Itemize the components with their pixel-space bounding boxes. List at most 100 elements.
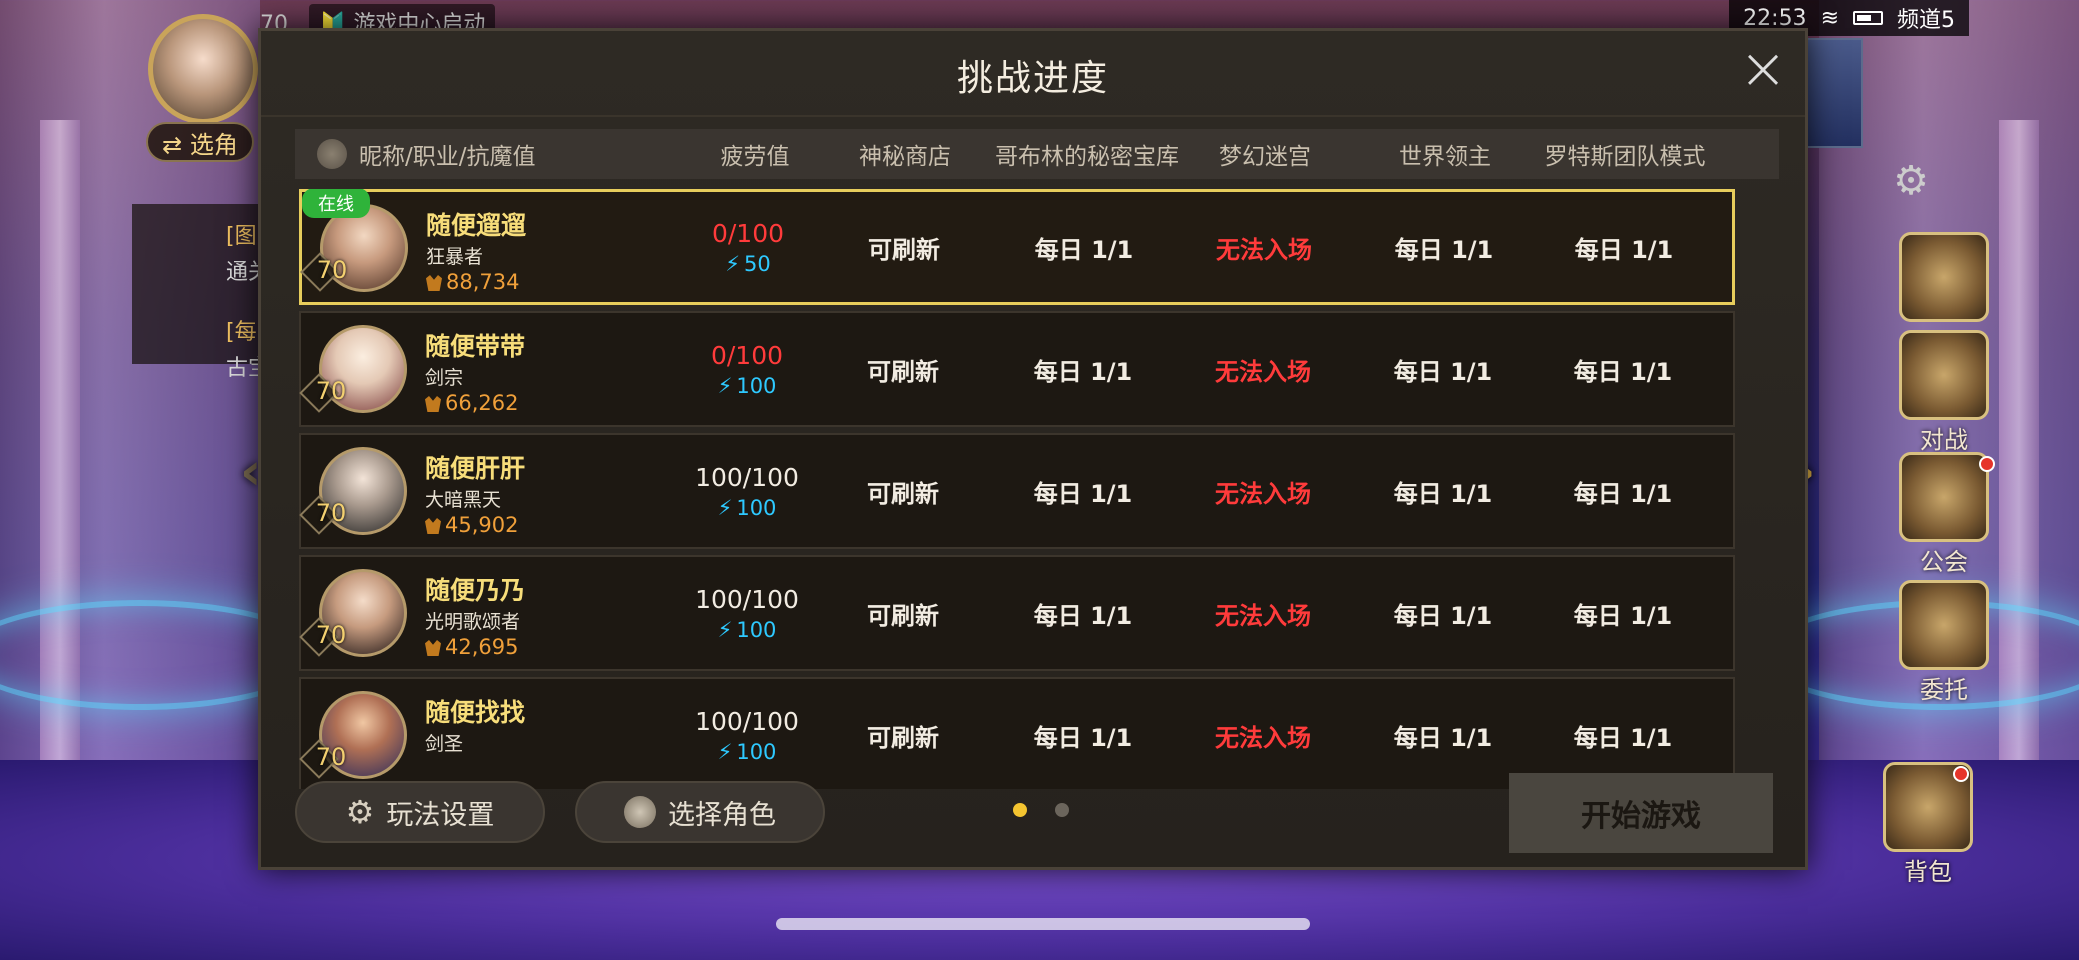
rotes-raid-status: 每日 1/1 (1573, 723, 1673, 752)
character-row[interactable]: 70 在线 随便遛遛 狂暴者 88,734 0/100 ⚡ 50 可刷新 每日 1… (299, 189, 1735, 305)
character-icon (317, 139, 347, 169)
character-icon (624, 796, 656, 828)
character-class: 剑宗 (425, 367, 464, 389)
dream-maze-status: 无法入场 (1215, 357, 1311, 386)
battery-icon (1853, 11, 1883, 25)
start-game-button[interactable]: 开始游戏 (1509, 773, 1773, 853)
character-list[interactable]: 70 在线 随便遛遛 狂暴者 88,734 0/100 ⚡ 50 可刷新 每日 1… (297, 189, 1781, 789)
character-level: 70 (316, 256, 348, 284)
hud-label: 背包 (1904, 858, 1952, 886)
character-level: 70 (315, 377, 347, 405)
hud-label: 公会 (1920, 548, 1968, 576)
column-header-dream-maze: 梦幻迷宫 (1219, 144, 1311, 170)
home-indicator[interactable] (776, 918, 1310, 930)
character-row[interactable]: 70 随便乃乃 光明歌颂者 42,695 100/100 ⚡ 100 可刷新 每日… (299, 555, 1735, 671)
column-header-label: 昵称/职业/抗魔值 (359, 144, 536, 170)
energy-value: ⚡ 50 (682, 252, 814, 276)
character-class: 狂暴者 (426, 246, 484, 268)
character-row[interactable]: 70 随便肝肝 大暗黑天 45,902 100/100 ⚡ 100 可刷新 每日 … (299, 433, 1735, 549)
character-cell: 70 在线 随便遛遛 狂暴者 88,734 (300, 189, 682, 302)
gameplay-settings-button[interactable]: ⚙ 玩法设置 (295, 781, 545, 843)
goblin-vault-status: 每日 1/1 (1033, 723, 1133, 752)
rotes-raid-status: 每日 1/1 (1573, 357, 1673, 386)
dialog-footer: ⚙ 玩法设置 选择角色 开始游戏 (261, 757, 1805, 867)
hud-commission-button[interactable]: 委托 (1889, 580, 1999, 705)
crossed-swords-icon (1899, 330, 1989, 420)
goblin-vault-status: 每日 1/1 (1033, 601, 1133, 630)
page-indicator (1013, 803, 1069, 817)
fatigue-cell: 0/100 ⚡ 100 (681, 341, 813, 398)
dream-maze-status: 无法入场 (1215, 723, 1311, 752)
column-header-rotes-raid: 罗特斯团队模式 (1544, 144, 1706, 170)
energy-number: 100 (736, 373, 777, 398)
world-lord-status: 每日 1/1 (1393, 357, 1493, 386)
page-dot[interactable] (1055, 803, 1069, 817)
energy-number: 50 (744, 251, 771, 276)
magic-resist-value: 45,902 (425, 513, 518, 537)
magic-resist-value: 42,695 (425, 635, 518, 659)
goblin-vault-status: 每日 1/1 (1033, 479, 1133, 508)
magic-resist-number: 42,695 (445, 635, 519, 659)
fatigue-cell: 0/100 ⚡ 50 (682, 219, 814, 276)
gear-icon[interactable]: ⚙ (1893, 158, 1929, 204)
goblin-vault-status: 每日 1/1 (1034, 235, 1134, 264)
fatigue-value: 100/100 (695, 462, 799, 492)
world-lord-status: 每日 1/1 (1393, 479, 1493, 508)
lightning-icon: ⚡ (717, 617, 733, 642)
select-role-button[interactable]: 选择角色 (575, 781, 825, 843)
magic-resist-icon (425, 640, 441, 656)
online-badge: 在线 (302, 189, 370, 218)
hud-backpack-button[interactable]: 背包 (1873, 762, 1983, 887)
energy-number: 100 (736, 495, 777, 520)
fatigue-value: 0/100 (711, 218, 785, 248)
character-cell: 70 随便肝肝 大暗黑天 45,902 (299, 435, 681, 547)
magic-resist-icon (425, 518, 441, 534)
energy-value: ⚡ 100 (681, 618, 813, 642)
magic-resist-value: 88,734 (426, 270, 519, 294)
page-dot[interactable] (1013, 803, 1027, 817)
character-class: 光明歌颂者 (425, 611, 521, 633)
magic-resist-icon (425, 396, 441, 412)
magic-resist-number: 45,902 (445, 513, 519, 537)
lightning-icon: ⚡ (717, 495, 733, 520)
channel-label: 频道5 (1897, 8, 1955, 33)
notice-board-icon (1899, 580, 1989, 670)
character-level: 70 (315, 499, 347, 527)
dream-maze-status: 无法入场 (1215, 479, 1311, 508)
notification-dot (1953, 766, 1969, 782)
rotes-raid-status: 每日 1/1 (1573, 601, 1673, 630)
lightning-icon: ⚡ (717, 373, 733, 398)
rotes-raid-status: 每日 1/1 (1574, 235, 1674, 264)
hud-label: 对战 (1920, 426, 1968, 454)
character-cell: 70 随便带带 剑宗 66,262 (299, 313, 681, 425)
world-lord-status: 每日 1/1 (1393, 723, 1493, 752)
treasure-chest-icon (1899, 232, 1989, 322)
hud-pvp-button[interactable]: 对战 (1889, 330, 1999, 455)
magic-resist-value: 66,262 (425, 391, 518, 415)
task-line: [图 (226, 224, 257, 249)
switch-role-button[interactable]: ⇄ 选角 (146, 122, 254, 162)
fatigue-cell: 100/100 ⚡ 100 (681, 707, 813, 764)
fatigue-value: 100/100 (695, 706, 799, 736)
notification-dot (1979, 456, 1995, 472)
treasure-chest-button[interactable] (1889, 232, 1999, 322)
dream-maze-status: 无法入场 (1215, 601, 1311, 630)
character-name: 随便找找 (425, 698, 526, 727)
energy-value: ⚡ 100 (681, 496, 813, 520)
magic-resist-number: 88,734 (446, 270, 520, 294)
close-icon[interactable]: × (1737, 39, 1789, 97)
character-row[interactable]: 70 随便带带 剑宗 66,262 0/100 ⚡ 100 可刷新 每日 1/1 … (299, 311, 1735, 427)
character-class: 大暗黑天 (425, 489, 502, 511)
wifi-icon: ≋ (1820, 5, 1839, 31)
energy-number: 100 (736, 617, 777, 642)
column-header-world-lord: 世界领主 (1399, 144, 1491, 170)
rotes-raid-status: 每日 1/1 (1573, 479, 1673, 508)
button-label: 玩法设置 (386, 799, 495, 831)
divider (261, 115, 1805, 117)
character-name: 随便肝肝 (425, 454, 526, 483)
world-lord-status: 每日 1/1 (1394, 235, 1494, 264)
button-label: 选择角色 (668, 799, 776, 831)
mystic-shop-status: 可刷新 (867, 723, 939, 752)
player-avatar[interactable] (148, 14, 258, 124)
mystic-shop-status: 可刷新 (867, 601, 939, 630)
